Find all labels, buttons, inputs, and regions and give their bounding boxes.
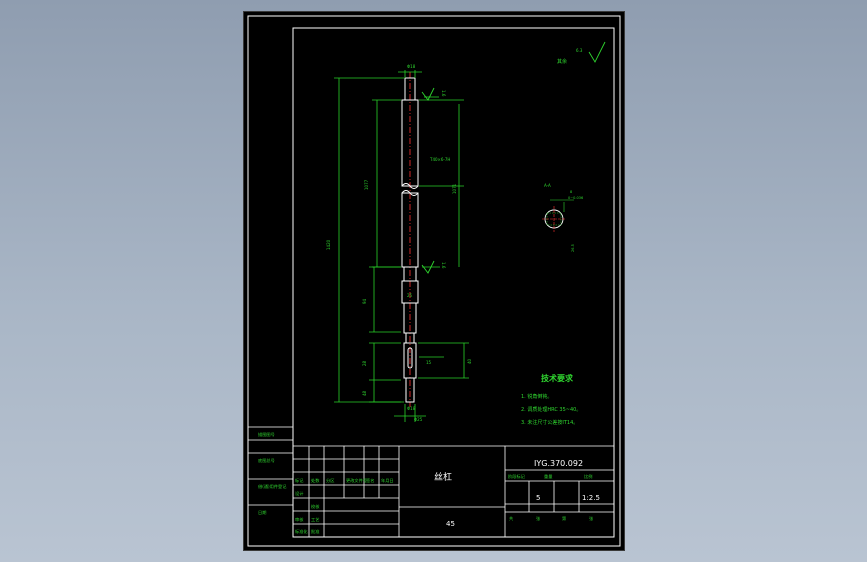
dim-bottom-len: 48	[362, 390, 367, 396]
section-tol: 0~0.036	[568, 196, 583, 200]
drawing-number: IYG.370.092	[534, 459, 583, 468]
left-label-1: 底图总号	[258, 457, 275, 464]
dim-total-length: 1420	[326, 239, 331, 250]
dim-r2: 1.6	[441, 262, 446, 269]
left-label-0: 描图图号	[258, 431, 275, 438]
title-block-labels: 描图图号 底图总号 借(通)用件登记 日期 标记 处数 分区 更改文件号 签名 …	[258, 431, 594, 535]
roughness-value: 6.3	[576, 48, 583, 53]
qty-value: 5	[536, 494, 540, 502]
tech-req-item-1: 1. 锐角倒钝。	[521, 393, 552, 400]
section-label: A-A	[544, 183, 551, 188]
dim-bottom-dia2: Φ25	[414, 417, 423, 422]
scale-label: 比例	[584, 473, 592, 480]
sheet-word-3: 张	[589, 515, 594, 522]
dim-lower-len: 94	[362, 298, 367, 304]
dim-top-dia: Φ18	[407, 64, 416, 69]
scale-value: 1:2.5	[582, 494, 600, 502]
dim-k2: 40	[467, 358, 472, 364]
row-label-3: 更改文件号	[346, 477, 367, 484]
dim-mid-b: 25	[407, 293, 413, 298]
part-name: 丝杠	[434, 471, 452, 483]
section-view: A-A 8 0~0.036 26.5	[542, 183, 583, 252]
cad-drawing: Φ18 T40×6-7H 1.6 1.6 1420 1077 1071 94 2…	[247, 15, 621, 547]
sign-label-5: 批准	[311, 528, 319, 535]
dim-mid-a: 1071	[452, 183, 457, 194]
drawing-sheet: Φ18 T40×6-7H 1.6 1.6 1420 1077 1071 94 2…	[244, 12, 624, 550]
left-label-3: 日期	[258, 510, 266, 516]
sign-label-1: 校核	[311, 503, 320, 510]
row-label-2: 分区	[326, 477, 334, 484]
row-label-1: 处数	[311, 477, 320, 484]
sign-label-0: 设计	[295, 490, 303, 497]
tech-requirements: 技术要求 1. 锐角倒钝。 2. 调质处理HRC 35~40。 3. 未注尺寸公…	[521, 373, 581, 426]
sheet-word-2: 第	[562, 515, 566, 522]
tech-req-title: 技术要求	[541, 373, 574, 383]
dim-k1: 15	[426, 360, 432, 365]
sheet-word-0: 共	[509, 515, 513, 522]
dim-upper-len: 1077	[364, 179, 369, 190]
dim-r1: 1.6	[441, 90, 446, 97]
sheet-word-1: 张	[536, 515, 541, 522]
sign-label-3: 工艺	[311, 517, 319, 522]
dim-thread: T40×6-7H	[429, 157, 450, 162]
tech-req-item-3: 3. 未注尺寸公差按IT14。	[521, 419, 578, 426]
dim-key-len: 28	[362, 360, 367, 366]
row-label-4: 签名	[366, 477, 374, 484]
dimension-labels: Φ18 T40×6-7H 1.6 1.6 1420 1077 1071 94 2…	[326, 64, 472, 422]
section-width-dim: 8	[570, 190, 572, 194]
left-label-2: 借(通)用件登记	[258, 483, 287, 490]
sign-label-4: 标准化	[295, 528, 308, 535]
section-depth: 26.5	[571, 244, 575, 252]
row-label-0: 标记	[295, 477, 304, 484]
sign-label-2: 审核	[295, 516, 304, 523]
material: 45	[446, 520, 455, 528]
roughness-label: 其余	[557, 58, 567, 65]
tech-req-item-2: 2. 调质处理HRC 35~40。	[521, 406, 581, 413]
dim-bottom-dia1: Φ18	[407, 406, 416, 411]
row-label-5: 年月日	[381, 477, 394, 484]
stage-label: 阶段标记	[508, 473, 526, 480]
weight-label: 重量	[544, 473, 552, 480]
